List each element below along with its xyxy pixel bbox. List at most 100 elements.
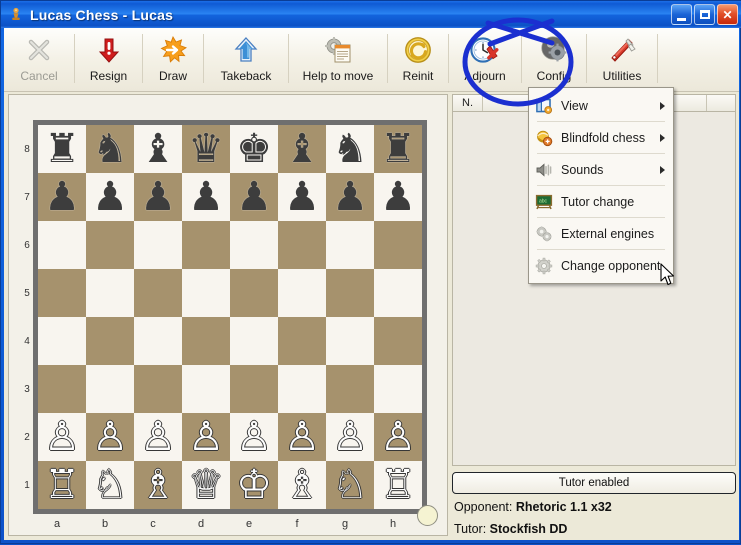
board-square-e3[interactable]	[230, 365, 278, 413]
menu-item-blindfold-chess[interactable]: Blindfold chess	[529, 122, 673, 153]
toolbar-button-reinit[interactable]: Reinit	[388, 28, 448, 91]
rank-label: 5	[24, 287, 30, 299]
board-square-c7[interactable]: ♟	[134, 173, 182, 221]
board-square-d2[interactable]: ♙	[182, 413, 230, 461]
board-square-a3[interactable]: 3	[24, 365, 86, 413]
board-square-d6[interactable]	[182, 221, 230, 269]
board-square-c6[interactable]	[134, 221, 182, 269]
toolbar-button-config[interactable]: Config	[522, 28, 586, 91]
board-square-h6[interactable]	[374, 221, 422, 269]
board-square-e2[interactable]: ♙	[230, 413, 278, 461]
board-square-d8[interactable]: ♛	[182, 125, 230, 173]
board-square-b3[interactable]	[86, 365, 134, 413]
gear-eye-icon	[538, 32, 570, 68]
board-square-h7[interactable]: ♟	[374, 173, 422, 221]
file-label: h	[389, 518, 397, 530]
speaker-icon	[535, 161, 553, 179]
toolbar-button-takeback[interactable]: Takeback	[204, 28, 288, 91]
board-square-h3[interactable]	[374, 365, 422, 413]
board-square-e7[interactable]: ♟	[230, 173, 278, 221]
board-square-b8[interactable]: ♞	[86, 125, 134, 173]
close-button[interactable]: ✕	[717, 4, 738, 25]
menu-item-change-opponent[interactable]: Change opponent	[529, 250, 673, 281]
toolbar-label: Config	[536, 69, 572, 83]
board-square-c2[interactable]: ♙	[134, 413, 182, 461]
board-square-g6[interactable]	[326, 221, 374, 269]
toolbar-button-cancel[interactable]: Cancel	[4, 28, 74, 91]
toolbar-button-draw[interactable]: Draw	[143, 28, 203, 91]
chess-piece: ♜	[44, 127, 80, 171]
board-square-f7[interactable]: ♟	[278, 173, 326, 221]
board-square-e4[interactable]	[230, 317, 278, 365]
maximize-button[interactable]	[694, 4, 715, 25]
board-square-a5[interactable]: 5	[24, 269, 86, 317]
board-square-e1[interactable]: ♔	[230, 461, 278, 509]
board-square-h5[interactable]	[374, 269, 422, 317]
tutor-status: Tutor: Stockfish DD	[454, 522, 567, 536]
board-square-h1[interactable]: ♖	[374, 461, 422, 509]
tutor-toggle-button[interactable]: Tutor enabled	[452, 472, 736, 494]
swiss-knife-icon	[606, 32, 638, 68]
board-square-f5[interactable]	[278, 269, 326, 317]
menu-item-sounds[interactable]: Sounds	[529, 154, 673, 185]
toolbar-button-help-to-move[interactable]: Help to move	[289, 28, 387, 91]
toolbar-button-adjourn[interactable]: Adjourn	[449, 28, 521, 91]
board-square-f3[interactable]	[278, 365, 326, 413]
board-square-a1[interactable]: ♖ 1	[24, 461, 86, 509]
board-square-a8[interactable]: ♜ 8	[24, 125, 86, 173]
board-square-a7[interactable]: ♟ 7	[24, 173, 86, 221]
rank-label: 3	[24, 383, 30, 395]
board-square-f6[interactable]	[278, 221, 326, 269]
board-square-g8[interactable]: ♞	[326, 125, 374, 173]
board-square-d5[interactable]	[182, 269, 230, 317]
board-square-e8[interactable]: ♚	[230, 125, 278, 173]
board-square-d3[interactable]	[182, 365, 230, 413]
board-square-d1[interactable]: ♕	[182, 461, 230, 509]
board-square-b1[interactable]: ♘	[86, 461, 134, 509]
board-square-e6[interactable]	[230, 221, 278, 269]
chess-board[interactable]: ♜ 8 ♞ ♝ ♛ ♚ ♝ ♞ ♜ ♟ 7 ♟ ♟ ♟ ♟ ♟ ♟ ♟ 6 5 4 3 ♙ 2 ♙ ♙ ♙ ♙ ♙ ♙ ♙ ♖ 1 ♘ ♗ ♕ ♔ ♗ ♘ ♖	[24, 125, 422, 509]
minimize-button[interactable]	[671, 4, 692, 25]
board-square-g1[interactable]: ♘	[326, 461, 374, 509]
board-square-g3[interactable]	[326, 365, 374, 413]
board-square-f8[interactable]: ♝	[278, 125, 326, 173]
chess-piece: ♟	[188, 175, 224, 219]
board-square-g5[interactable]	[326, 269, 374, 317]
board-square-h8[interactable]: ♜	[374, 125, 422, 173]
board-square-g7[interactable]: ♟	[326, 173, 374, 221]
toolbar-button-utilities[interactable]: Utilities	[587, 28, 657, 91]
menu-item-label: Change opponent	[561, 258, 661, 273]
board-square-c4[interactable]	[134, 317, 182, 365]
board-square-c5[interactable]	[134, 269, 182, 317]
toolbar-button-resign[interactable]: Resign	[75, 28, 142, 91]
board-square-h4[interactable]	[374, 317, 422, 365]
board-square-c3[interactable]	[134, 365, 182, 413]
board-square-b7[interactable]: ♟	[86, 173, 134, 221]
board-square-c1[interactable]: ♗	[134, 461, 182, 509]
file-label: b	[101, 518, 109, 530]
toolbar-separator	[657, 34, 658, 83]
window-view-icon	[535, 97, 553, 115]
board-square-b4[interactable]	[86, 317, 134, 365]
board-square-h2[interactable]: ♙	[374, 413, 422, 461]
board-square-b6[interactable]	[86, 221, 134, 269]
board-square-b5[interactable]	[86, 269, 134, 317]
board-square-f2[interactable]: ♙	[278, 413, 326, 461]
board-square-d4[interactable]	[182, 317, 230, 365]
gear-grey-icon	[535, 257, 553, 275]
config-dropdown-menu[interactable]: View Blindfold chess Sounds abc Tutor ch…	[528, 87, 674, 284]
menu-item-external-engines[interactable]: External engines	[529, 218, 673, 249]
board-square-e5[interactable]	[230, 269, 278, 317]
board-square-b2[interactable]: ♙	[86, 413, 134, 461]
board-square-g4[interactable]	[326, 317, 374, 365]
menu-item-view[interactable]: View	[529, 90, 673, 121]
board-square-g2[interactable]: ♙	[326, 413, 374, 461]
board-square-f1[interactable]: ♗	[278, 461, 326, 509]
board-square-d7[interactable]: ♟	[182, 173, 230, 221]
board-square-f4[interactable]	[278, 317, 326, 365]
menu-item-tutor-change[interactable]: abc Tutor change	[529, 186, 673, 217]
board-square-a4[interactable]: 4	[24, 317, 86, 365]
board-square-a2[interactable]: ♙ 2	[24, 413, 86, 461]
board-square-a6[interactable]: 6	[24, 221, 86, 269]
board-square-c8[interactable]: ♝	[134, 125, 182, 173]
